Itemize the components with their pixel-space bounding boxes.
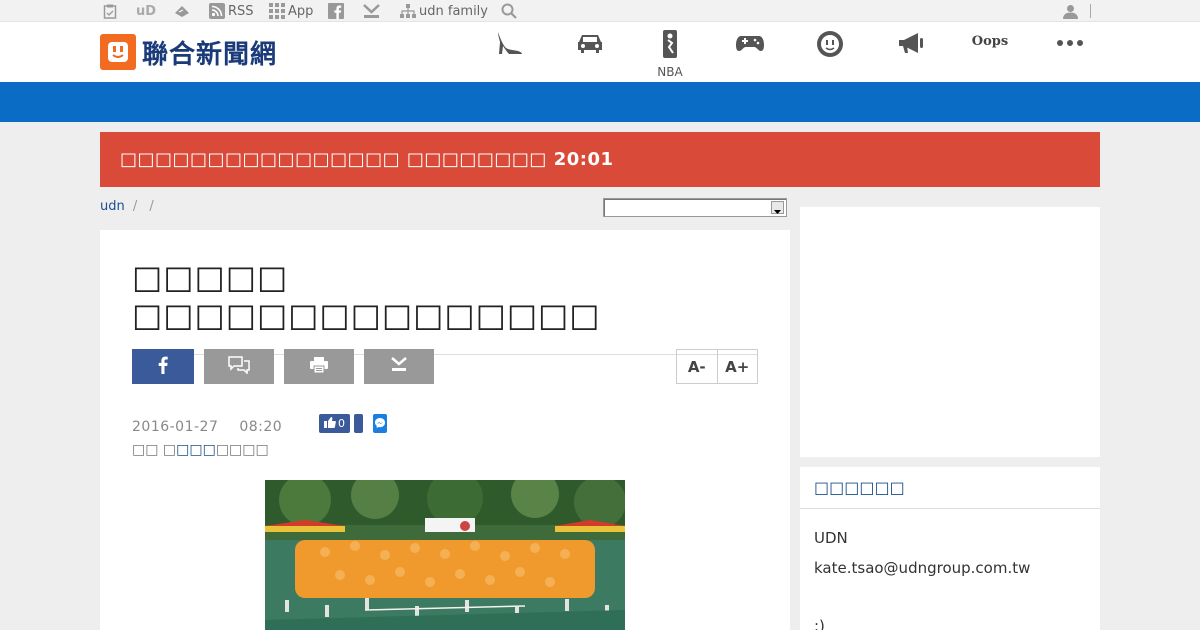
high-heel-icon: [495, 30, 525, 60]
facebook-icon: [158, 356, 168, 378]
ud-label: uD: [136, 3, 157, 19]
breadcrumb-separator: /: [149, 199, 154, 214]
article-date: 2016-01-27: [132, 419, 219, 435]
nav-nba[interactable]: NBA: [640, 22, 700, 82]
contact-email[interactable]: kate.tsao@udngroup.com.tw: [814, 559, 1030, 577]
more-icon: [1056, 30, 1084, 60]
socket-icon: [816, 30, 844, 62]
udn-family-label: udn family: [419, 3, 488, 19]
thumbs-up-icon: [324, 416, 336, 431]
download-icon[interactable]: [363, 0, 380, 22]
rss-icon: [209, 3, 225, 19]
rss-label: RSS: [228, 3, 254, 19]
font-size-controls: A- A+: [676, 349, 758, 384]
facebook-share-button[interactable]: [132, 349, 194, 384]
contact-line: UDN: [814, 529, 848, 547]
article-time: 08:20: [239, 419, 283, 435]
byline-suffix: □□□□: [215, 442, 269, 458]
article-photo[interactable]: [265, 480, 625, 630]
comment-button[interactable]: [204, 349, 274, 384]
app-label: App: [288, 3, 314, 19]
outlet-face-icon: [100, 34, 136, 70]
contact-note: :): [814, 617, 825, 630]
nav-life[interactable]: [800, 22, 860, 82]
search-icon[interactable]: [501, 0, 517, 22]
byline-reporter-link[interactable]: □□□: [176, 442, 216, 458]
font-increase-button[interactable]: A+: [718, 350, 758, 383]
article-meta: 2016-01-27 08:20: [132, 419, 282, 435]
select-arrow-icon: [771, 201, 784, 214]
megaphone-icon: [895, 30, 925, 60]
nav-opinion[interactable]: [880, 22, 940, 82]
app-link[interactable]: App: [269, 0, 313, 22]
font-decrease-button[interactable]: A-: [677, 350, 718, 383]
like-count: 0: [338, 417, 345, 430]
contact-box-title: □□□□□□: [800, 467, 1100, 509]
print-button[interactable]: [284, 349, 354, 384]
print-icon: [309, 356, 329, 378]
site-header: 聯合新聞網 NBA Oops: [0, 22, 1200, 82]
site-logo[interactable]: 聯合新聞網: [100, 34, 277, 70]
user-icon[interactable]: [1063, 0, 1078, 22]
breadcrumb-separator: /: [132, 199, 138, 214]
car-icon: [575, 30, 605, 60]
ud-link[interactable]: uD: [136, 0, 156, 22]
facebook-icon[interactable]: [328, 0, 344, 22]
nba-icon: [663, 30, 677, 62]
rss-link[interactable]: RSS: [209, 0, 254, 22]
breadcrumb-home[interactable]: udn: [100, 199, 125, 214]
article-card: □□□□□ □□□□□□□□□□□□□□□ A- A+ 2016-01-27 0…: [100, 230, 790, 630]
like-button[interactable]: 0: [319, 414, 350, 433]
nav-auto[interactable]: [560, 22, 620, 82]
top-utility-bar: uD RSS App udn family: [0, 0, 1200, 22]
topbar-divider: [1090, 0, 1091, 22]
share-count-button[interactable]: [354, 414, 363, 433]
like-widget: 0: [319, 414, 387, 433]
download-icon: [391, 357, 407, 376]
sitemap-icon: [400, 4, 416, 18]
breaking-news-banner[interactable]: □□□□□□□□□□□□□□□□ □□□□□□□□ 20:01: [100, 132, 1100, 187]
nba-caption: NBA: [657, 65, 683, 79]
section-select[interactable]: [603, 198, 787, 217]
article-title: □□□□□ □□□□□□□□□□□□□□□: [132, 258, 758, 355]
comment-icon: [228, 355, 250, 378]
article-byline: □□ □□□□□□□□: [132, 442, 269, 458]
nav-more[interactable]: [1040, 22, 1100, 82]
udn-family-link[interactable]: udn family: [400, 0, 488, 22]
oops-icon: Oops: [971, 34, 1009, 49]
nav-games[interactable]: [720, 22, 780, 82]
byline-prefix: □□ □: [132, 442, 177, 458]
category-band: [0, 82, 1200, 122]
messenger-icon[interactable]: [373, 414, 387, 433]
gamepad-icon: [735, 30, 765, 60]
breaking-news-text: □□□□□□□□□□□□□□□□ □□□□□□□□ 20:01: [120, 149, 614, 170]
breadcrumb: udn / /: [100, 199, 158, 214]
logo-text: 聯合新聞網: [142, 39, 278, 70]
contact-box: □□□□□□ UDN kate.tsao@udngroup.com.tw :): [800, 467, 1100, 630]
clipboard-icon[interactable]: [103, 0, 117, 22]
nav-oops[interactable]: Oops: [960, 22, 1020, 82]
ticket-icon[interactable]: [173, 0, 191, 22]
grid-icon: [269, 3, 285, 19]
advertisement-slot: [800, 207, 1100, 457]
save-button[interactable]: [364, 349, 434, 384]
nav-fashion[interactable]: [480, 22, 540, 82]
